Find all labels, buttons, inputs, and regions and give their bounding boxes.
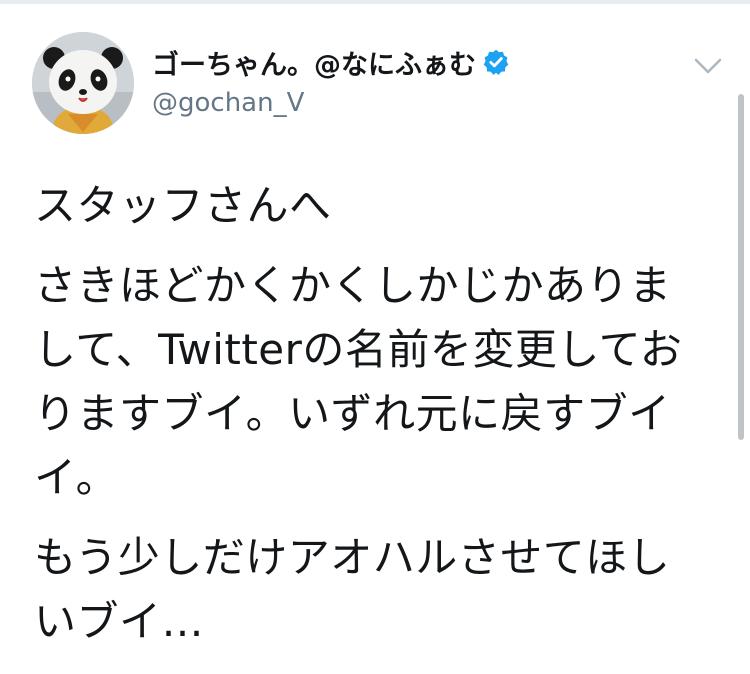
chevron-down-icon[interactable] (692, 56, 724, 76)
tweet-line: いブイ… (34, 597, 205, 646)
scrollbar[interactable] (738, 94, 744, 440)
tweet-text: スタッフさんへ さきほどかくかくしかじかありま して、Twitterの名前を変更… (34, 174, 714, 654)
panda-mascot-image (32, 32, 134, 134)
verified-badge-icon (483, 49, 509, 75)
tweet-line: さきほどかくかくしかじかありま (34, 261, 672, 310)
tweet-line: して、Twitterの名前を変更してお (34, 325, 683, 374)
avatar[interactable] (32, 32, 134, 134)
tweet-line: もう少しだけアオハルさせてほし (34, 533, 671, 582)
name-row: ゴーちゃん。@なにふぁむ (152, 43, 510, 82)
tweet-line: スタッフさんへ (34, 181, 332, 230)
tweet-card: ゴーちゃん。@なにふぁむ @gochan_V スタッフさんへ さきほどかくかくし… (0, 4, 750, 674)
tweet-line: りますブイ。いずれ元に戻すブイ (34, 389, 671, 438)
user-handle[interactable]: @gochan_V (152, 88, 510, 118)
tweet-header: ゴーちゃん。@なにふぁむ @gochan_V (152, 44, 510, 118)
display-name[interactable]: ゴーちゃん。@なにふぁむ (152, 43, 476, 82)
tweet-line: イ。 (34, 453, 119, 502)
